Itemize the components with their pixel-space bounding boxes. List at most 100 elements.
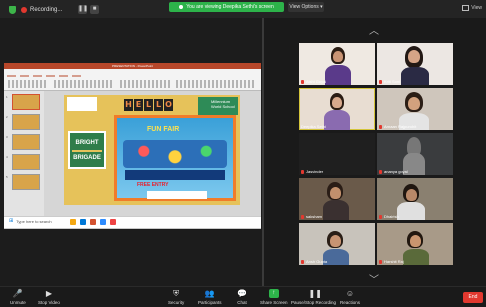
thumb-number: 4 [6,155,8,159]
powerpoint-window: PRESENTATION - PowerPoint 1 2 3 4 5 H E … [4,63,261,229]
unmute-button[interactable]: 🎤 Unmute [10,289,26,305]
recording-controls: ❚❚ ■ [78,5,99,14]
participant-name: Harshit Raj [384,259,404,264]
view-button[interactable]: View [462,5,482,11]
security-shield-icon[interactable] [9,6,16,14]
zoom-icon[interactable] [100,219,106,225]
zoom-meeting-window: Recording... ❚❚ ■ You are viewing Deepik… [0,0,486,307]
smiley-plus-icon: ☺ [345,289,355,298]
participant-name: Kriti Soni [384,79,401,84]
view-options-button[interactable]: View Options ▾ [288,2,324,12]
slide-thumbnail[interactable] [12,94,40,110]
fun-fair-poster: FUN FAIR FREE ENTRY [114,115,236,201]
hello-letter: O [164,99,173,111]
ppt-ribbon [4,69,261,91]
slide-thumbnail[interactable] [12,134,40,150]
participant-name: Aishi Goyal [306,79,327,84]
share-screen-label: Share Screen [260,300,288,305]
participant-name: ananya goyal [384,169,408,174]
poster-balloons [123,140,227,168]
poster-footer-logo [147,191,207,199]
stop-video-button[interactable]: ▶ Stop Video [38,289,60,305]
end-meeting-button[interactable]: End [463,292,483,303]
participant-name: Ansh Gupta [306,259,328,264]
banner-dot-icon [179,5,184,9]
hello-letter: E [134,99,143,111]
video-tile[interactable]: saksham [299,178,375,220]
meeting-toolbar: 🎤 Unmute ▶ Stop Video ⛨ Security 👥 Parti… [0,286,486,307]
recording-label: Recording... [30,7,63,13]
video-tile[interactable]: Ansh Gupta [299,223,375,265]
participants-button[interactable]: 👥 Participants [198,289,222,305]
video-tile[interactable]: Harshit Raj [377,223,453,265]
share-screen-button[interactable]: ↑ Share Screen [260,289,288,305]
slide-editor: H E L L O Millennium World School BRIGHT… [44,91,261,216]
poster-title: FUN FAIR [147,126,180,133]
share-screen-icon: ↑ [268,289,279,298]
hello-letter: L [154,99,163,111]
poster-entry-text: FREE ENTRY [137,182,169,188]
thumb-number: 5 [6,175,8,179]
video-tile[interactable]: Aishi Goyal [299,43,375,85]
viewing-banner: You are viewing Deepika Sethi's screen [169,2,284,12]
taskbar-icons [70,219,116,225]
taskbar-search-input[interactable]: Type here to search [16,219,51,224]
reactions-button[interactable]: ☺ Reactions [340,289,360,305]
chat-button[interactable]: 💬 Chat [237,289,247,305]
folder-icon[interactable] [70,219,76,225]
viewing-banner-text: You are viewing Deepika Sethi's screen [186,4,274,10]
bright-brigade-badge: BRIGHT BRIGADE [68,131,106,169]
slide-thumbnail[interactable] [12,114,40,130]
shield-icon: ⛨ [173,289,180,298]
stop-video-label: Stop Video [38,300,60,305]
hello-banner: H E L L O [124,99,173,111]
record-dot-icon [21,7,27,13]
participants-label: Participants [198,300,222,305]
pause-recording-icon: ❚❚ [308,289,322,298]
current-slide[interactable]: H E L L O Millennium World School BRIGHT… [64,95,240,205]
video-camera-icon: ▶ [45,289,53,298]
security-button[interactable]: ⛨ Security [168,289,184,305]
chat-icon: 💬 [237,289,247,298]
participant-name: Jasvinder [306,169,324,174]
pause-icon[interactable]: ❚❚ [78,5,88,14]
stop-icon[interactable]: ■ [90,5,99,14]
thumb-number: 2 [6,115,8,119]
chevron-up-icon[interactable]: ︿ [369,22,379,37]
chat-label: Chat [237,300,247,305]
reactions-label: Reactions [340,300,361,305]
recording-indicator: Recording... [21,5,62,15]
edge-icon[interactable] [80,219,86,225]
participant-gallery: ︿ Aishi Goyal Kriti Soni Deepika Sethi A… [264,18,486,286]
chevron-down-icon[interactable]: ﹀ [369,271,379,286]
slide-thumbnail[interactable] [12,154,40,170]
powerpoint-icon[interactable] [90,219,96,225]
microphone-muted-icon: 🎤 [12,289,23,298]
slide-thumbnail[interactable] [12,174,40,190]
unmute-label: Unmute [10,300,26,305]
view-label: View [471,5,482,11]
thumb-number: 3 [6,135,8,139]
school-logo-left [67,97,97,111]
badge-line1: BRIGHT [75,140,99,146]
participant-name: Deepika Sethi [301,124,326,129]
video-tile[interactable]: Dhairish [377,178,453,220]
participant-name: saksham [306,214,323,219]
chrome-icon[interactable] [110,219,116,225]
video-tile[interactable]: Kriti Soni [377,43,453,85]
video-tile[interactable]: Jasvinder [299,133,375,175]
poster-strip [125,170,225,180]
hello-letter: L [144,99,153,111]
video-tile[interactable]: ananya goyal [377,133,453,175]
pause-stop-recording-button[interactable]: ❚❚ Pause/Stop Recording [291,289,336,305]
badge-line2: BRIGADE [73,155,101,161]
taskbar-search[interactable]: ⊞ Type here to search [9,218,52,224]
windows-start-icon[interactable]: ⊞ [9,218,13,224]
hello-letter: H [124,99,133,111]
video-tile-active-speaker[interactable]: Deepika Sethi [299,88,375,130]
video-tile[interactable]: Arnaan Rajpurohit [377,88,453,130]
thumb-number: 1 [6,95,8,99]
pause-recording-label: Pause/Stop Recording [291,300,337,305]
top-bar: Recording... ❚❚ ■ You are viewing Deepik… [0,0,486,18]
slide-thumbnails: 1 2 3 4 5 [4,91,44,216]
